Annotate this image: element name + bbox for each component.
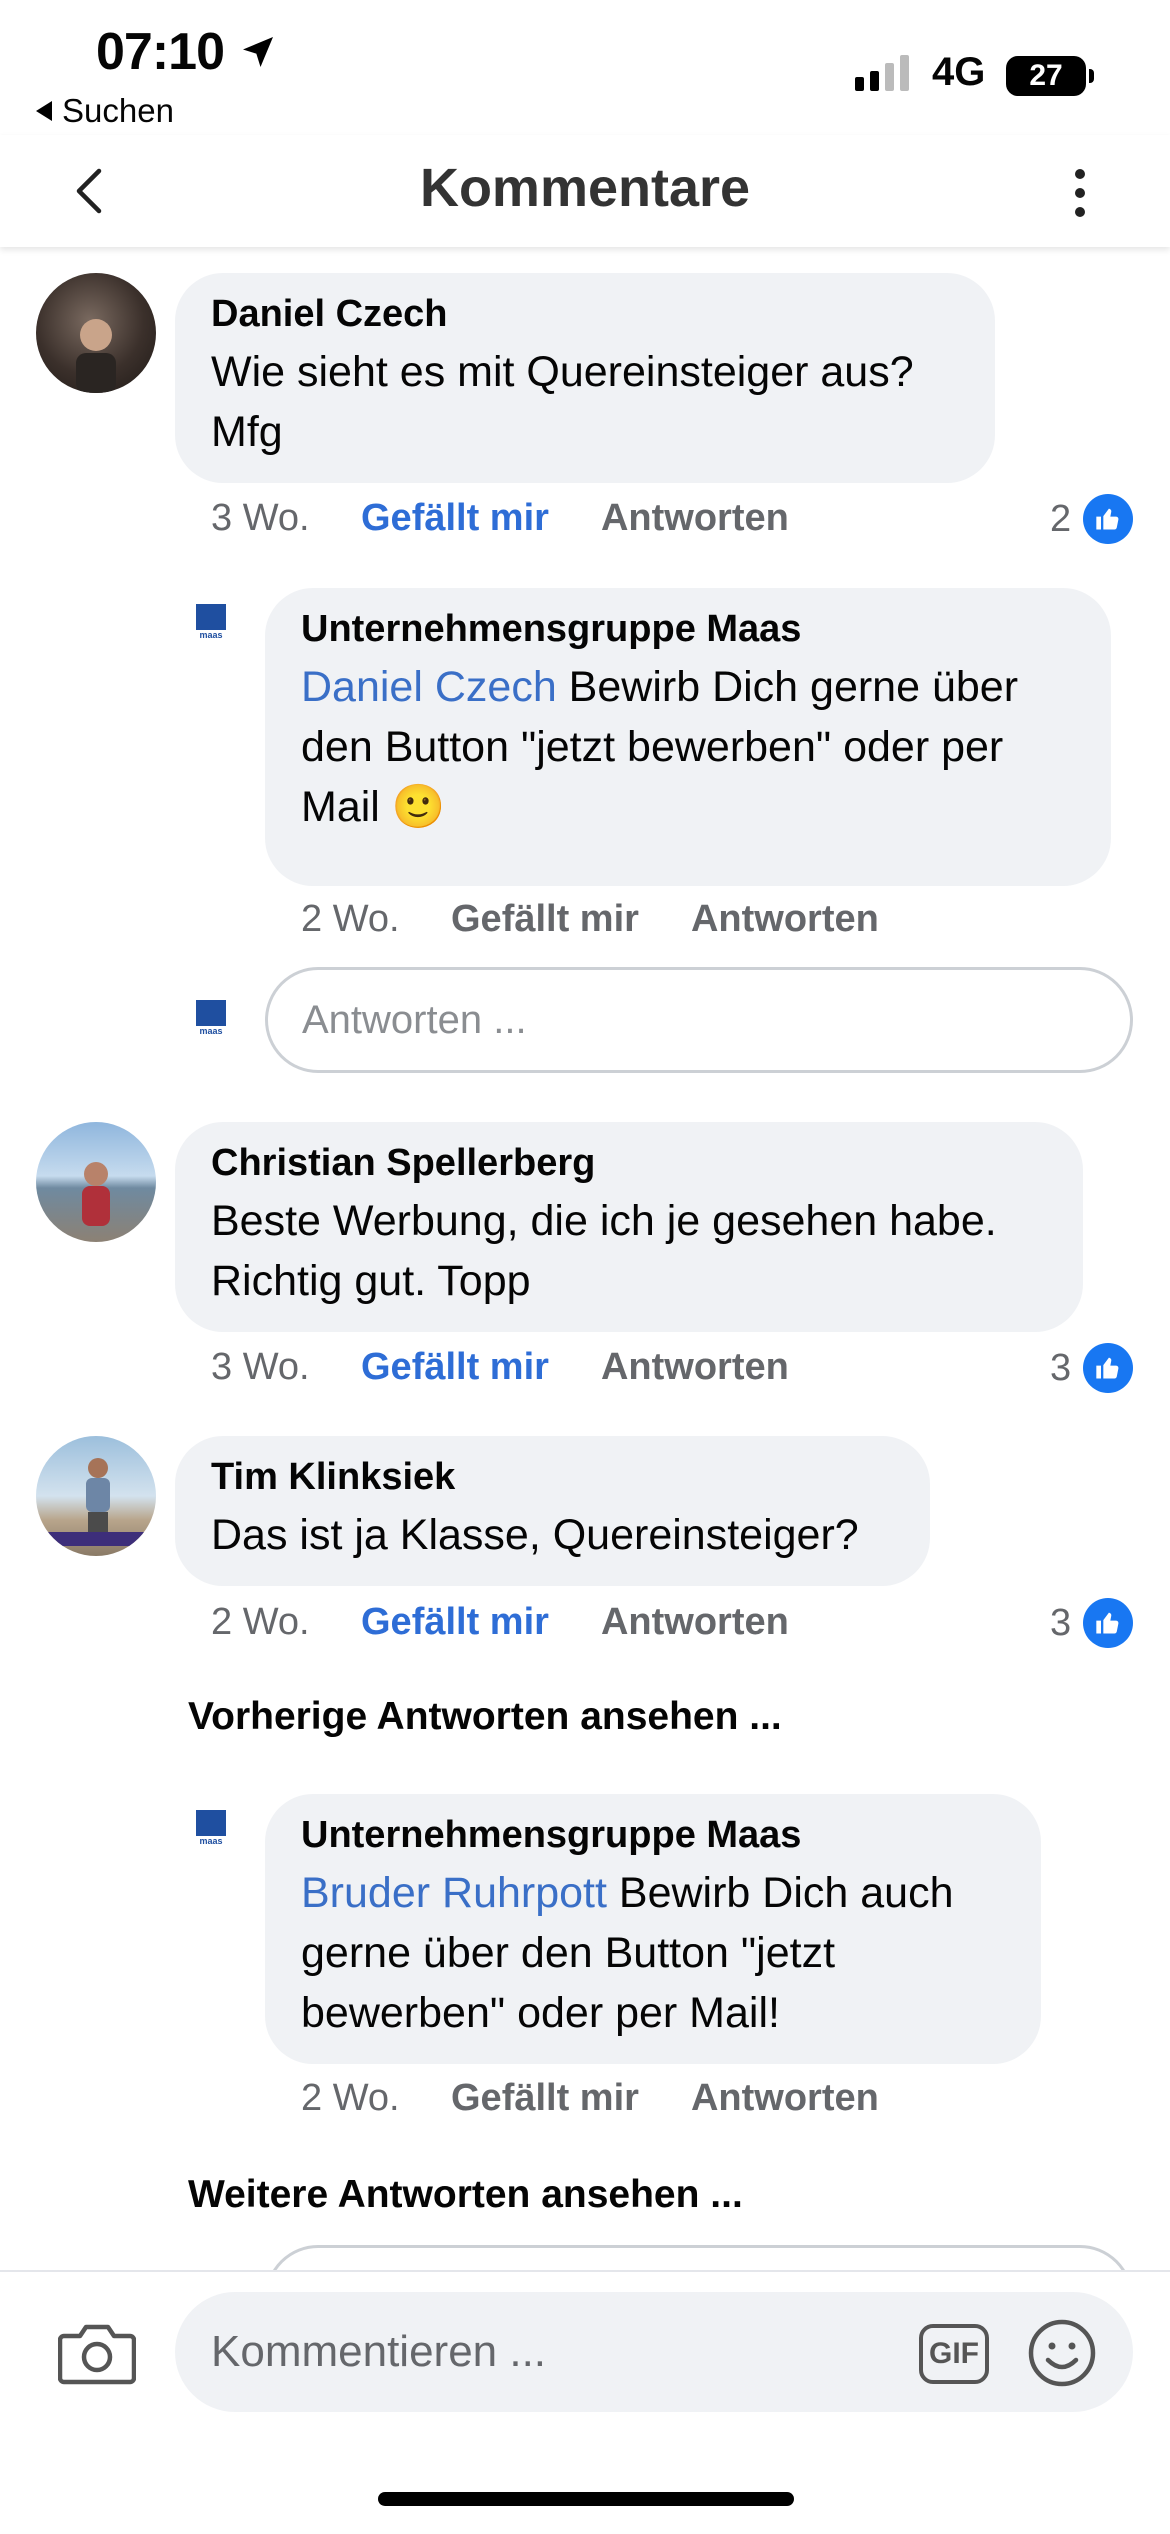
like-button[interactable]: Gefällt mir — [361, 497, 549, 540]
dot-icon — [1075, 188, 1085, 198]
more-options-button[interactable] — [1055, 153, 1105, 233]
maas-logo: maas — [196, 1000, 226, 1038]
reply-input[interactable]: Antworten ... — [265, 967, 1133, 1073]
reply-button[interactable]: Antworten — [601, 1601, 789, 1644]
like-button[interactable]: Gefällt mir — [451, 898, 639, 941]
reply-text: Bruder Ruhrpott Bewirb Dich auch gerne ü… — [301, 1863, 1005, 2043]
back-to-app-link[interactable]: Suchen — [36, 92, 174, 130]
gif-label: GIF — [929, 2337, 979, 2370]
location-arrow-icon — [243, 37, 273, 67]
thumbs-up-icon — [1083, 1343, 1134, 1393]
comment-text: Das ist ja Klasse, Quereinsteiger? — [211, 1511, 859, 1559]
smiley-icon — [1028, 2319, 1096, 2387]
avatar-photo — [82, 1162, 110, 1226]
avatar[interactable] — [36, 1436, 156, 1556]
comment-time: 3 Wo. — [211, 497, 310, 539]
reply-button[interactable]: Antworten — [601, 497, 789, 540]
logo-square — [196, 1000, 226, 1026]
like-button[interactable]: Gefällt mir — [451, 2077, 639, 2120]
comment-input[interactable]: Kommentieren ... GIF — [175, 2292, 1133, 2412]
battery-level: 27 — [1029, 59, 1063, 92]
like-count[interactable]: 3 — [1050, 1598, 1134, 1648]
nav-header: Kommentare — [0, 135, 1170, 247]
mention-link[interactable]: Bruder Ruhrpott — [301, 1869, 607, 1917]
page-title: Kommentare — [419, 158, 751, 218]
reply-button[interactable]: Antworten — [691, 2077, 879, 2120]
comment-input-placeholder: Kommentieren ... — [211, 2327, 547, 2376]
logo-text: maas — [199, 1836, 223, 1846]
logo-text: maas — [199, 1026, 223, 1036]
cell-signal-icon — [855, 55, 909, 91]
reply-actions: 2 Wo. Gefällt mir Antworten — [301, 2077, 879, 2120]
reply-time: 2 Wo. — [301, 898, 400, 940]
dot-icon — [1075, 207, 1085, 217]
reply-time: 2 Wo. — [301, 2077, 400, 2119]
like-count-value: 3 — [1050, 1346, 1072, 1389]
see-more-replies-link[interactable]: Weitere Antworten ansehen ... — [188, 2173, 743, 2217]
logo-text: maas — [199, 630, 223, 640]
emoji-button[interactable] — [1027, 2318, 1097, 2393]
comment-text: Wie sieht es mit Quereinsteiger aus? Mfg — [211, 348, 914, 456]
camera-button[interactable] — [57, 2320, 137, 2391]
like-button[interactable]: Gefällt mir — [361, 1346, 549, 1389]
comment-time: 3 Wo. — [211, 1346, 310, 1388]
camera-icon — [57, 2324, 137, 2385]
maas-logo[interactable]: maas — [196, 1810, 226, 1848]
thumbs-up-icon — [1083, 494, 1134, 544]
comment-actions: 3 Wo. Gefällt mir Antworten — [211, 1346, 789, 1389]
maas-logo[interactable]: maas — [196, 604, 226, 642]
battery-icon: 27 — [1006, 56, 1086, 96]
comment-time: 2 Wo. — [211, 1601, 310, 1643]
gif-button[interactable]: GIF — [919, 2324, 989, 2384]
reply-bubble[interactable]: Unternehmensgruppe Maas Daniel Czech Bew… — [265, 588, 1111, 886]
see-previous-replies-link[interactable]: Vorherige Antworten ansehen ... — [188, 1695, 782, 1739]
comment-actions: 2 Wo. Gefällt mir Antworten — [211, 1601, 789, 1644]
like-count[interactable]: 2 — [1050, 494, 1134, 544]
reply-button[interactable]: Antworten — [601, 1346, 789, 1389]
comment-author[interactable]: Christian Spellerberg — [211, 1142, 1047, 1185]
avatar-photo — [48, 1458, 144, 1546]
reply-author[interactable]: Unternehmensgruppe Maas — [301, 1814, 1005, 1857]
comment-bubble[interactable]: Daniel Czech Wie sieht es mit Quereinste… — [175, 273, 995, 483]
logo-square — [196, 604, 226, 630]
comment-bubble[interactable]: Tim Klinksiek Das ist ja Klasse, Querein… — [175, 1436, 930, 1586]
comment-author[interactable]: Daniel Czech — [211, 293, 959, 336]
like-count-value: 3 — [1050, 1601, 1072, 1644]
like-count[interactable]: 3 — [1050, 1343, 1134, 1393]
logo-square — [196, 1810, 226, 1836]
back-app-label: Suchen — [62, 92, 174, 129]
status-time: 07:10 — [96, 23, 225, 81]
reply-author[interactable]: Unternehmensgruppe Maas — [301, 608, 1075, 651]
comment-author[interactable]: Tim Klinksiek — [211, 1456, 894, 1499]
avatar[interactable] — [36, 273, 156, 393]
reply-button[interactable]: Antworten — [691, 898, 879, 941]
home-indicator[interactable] — [378, 2492, 794, 2506]
like-count-value: 2 — [1050, 497, 1072, 540]
reply-actions: 2 Wo. Gefällt mir Antworten — [301, 898, 879, 941]
mention-link[interactable]: Daniel Czech — [301, 663, 557, 711]
network-type: 4G — [932, 50, 986, 94]
comment-actions: 3 Wo. Gefällt mir Antworten — [211, 497, 789, 540]
comment-bubble[interactable]: Christian Spellerberg Beste Werbung, die… — [175, 1122, 1083, 1332]
avatar[interactable] — [36, 1122, 156, 1242]
comment-text: Beste Werbung, die ich je gesehen habe. … — [211, 1197, 997, 1305]
reply-text: Daniel Czech Bewirb Dich gerne über den … — [301, 657, 1075, 837]
reply-bubble[interactable]: Unternehmensgruppe Maas Bruder Ruhrpott … — [265, 1794, 1041, 2064]
back-triangle-icon — [36, 101, 52, 121]
reply-input-placeholder: Antworten ... — [302, 997, 527, 1042]
dot-icon — [1075, 169, 1085, 179]
status-bar: 07:10 Suchen 4G 27 — [0, 0, 1170, 135]
thumbs-up-icon — [1083, 1598, 1134, 1648]
like-button[interactable]: Gefällt mir — [361, 1601, 549, 1644]
battery-tip — [1089, 69, 1094, 83]
avatar-photo — [76, 319, 116, 393]
